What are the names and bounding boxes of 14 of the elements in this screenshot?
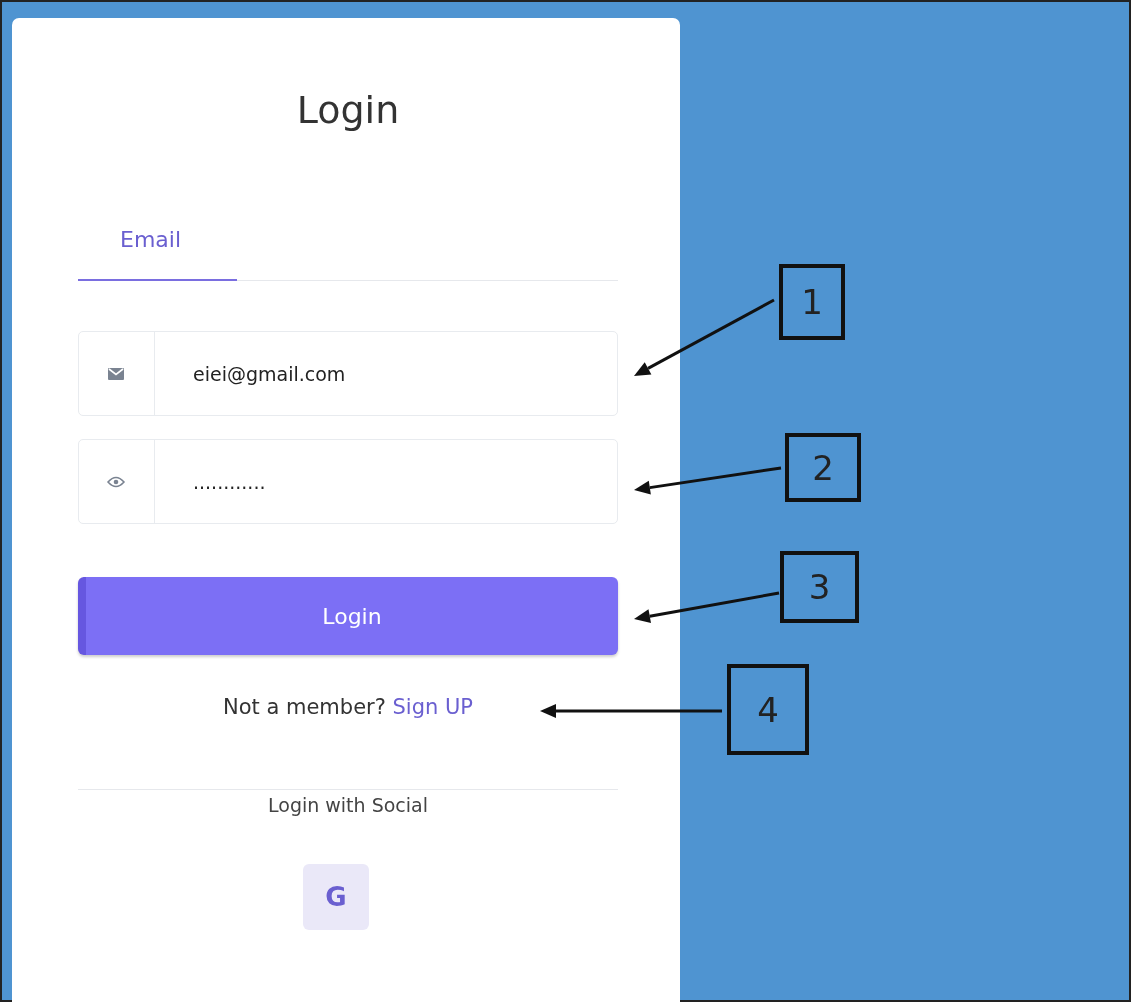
callout-number: 3 bbox=[780, 551, 859, 623]
password-field[interactable]: ............ bbox=[78, 439, 618, 524]
callout-number: 2 bbox=[785, 433, 861, 502]
email-field[interactable]: eiei@gmail.com bbox=[78, 331, 618, 416]
callout-number: 4 bbox=[727, 664, 809, 755]
signup-link[interactable]: Sign UP bbox=[392, 695, 474, 719]
signup-prompt: Not a member? bbox=[222, 695, 386, 719]
login-button[interactable]: Login bbox=[78, 577, 618, 655]
social-login-label: Login with Social bbox=[267, 794, 429, 816]
email-tab[interactable]: Email bbox=[78, 227, 237, 281]
eye-icon bbox=[107, 475, 125, 488]
google-login-button[interactable]: G bbox=[303, 864, 369, 930]
callout-number: 1 bbox=[779, 264, 845, 340]
login-heading: Login bbox=[295, 87, 401, 132]
